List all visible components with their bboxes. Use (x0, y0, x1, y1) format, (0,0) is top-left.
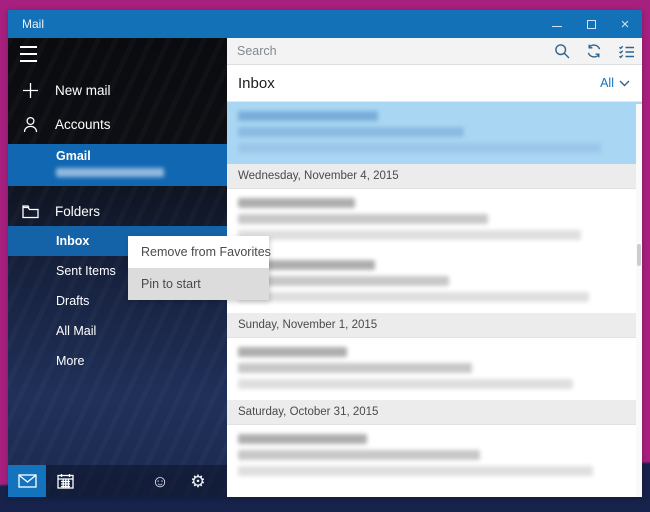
checklist-icon (618, 45, 634, 58)
menu-item-pin-to-start[interactable]: Pin to start (128, 268, 269, 300)
feedback-button[interactable]: ☺ (141, 465, 179, 497)
bottom-bar-spacer (84, 465, 141, 497)
menu-item-remove-from-favorites[interactable]: Remove from Favorites (128, 236, 271, 268)
new-mail-label: New mail (55, 82, 111, 98)
sync-button[interactable] (578, 38, 610, 65)
person-icon (22, 116, 39, 133)
mail-nav-button[interactable] (8, 465, 46, 497)
sidebar-item-more[interactable]: More (8, 346, 227, 376)
blurred-text-line (238, 276, 449, 286)
message-list-pane: Inbox All Wednesday, November 4, 2015 Sun… (227, 38, 642, 497)
hamburger-menu-button[interactable] (20, 46, 42, 62)
list-header: Inbox All (227, 65, 642, 102)
envelope-icon (17, 474, 37, 488)
sidebar-bottom-bar: ☺ ⚙ (8, 465, 227, 497)
email-list: Wednesday, November 4, 2015 Sunday, Novem… (227, 102, 642, 497)
new-mail-button[interactable]: New mail (8, 74, 227, 106)
smiley-icon: ☺ (151, 471, 169, 491)
email-list-item[interactable] (227, 189, 642, 251)
date-separator: Wednesday, November 4, 2015 (227, 164, 642, 189)
close-icon: × (620, 15, 630, 33)
filter-label: All (600, 76, 614, 90)
plus-icon (22, 82, 39, 99)
search-icon (555, 44, 570, 59)
scrollbar-thumb[interactable] (637, 244, 641, 266)
blurred-text-line (238, 363, 472, 373)
email-list-item-selected[interactable] (227, 102, 642, 164)
email-list-item[interactable] (227, 425, 642, 487)
chevron-down-icon (619, 80, 630, 86)
sidebar-item-all-mail[interactable]: All Mail (8, 316, 227, 346)
blurred-text-line (238, 230, 582, 240)
account-name: Gmail (56, 149, 91, 163)
email-list-item[interactable] (227, 338, 642, 400)
titlebar: Mail × (8, 10, 642, 38)
blurred-text-line (238, 292, 589, 302)
search-button[interactable] (546, 38, 578, 65)
folder-icon (22, 203, 39, 220)
context-menu: Remove from Favorites Pin to start (128, 236, 271, 300)
scrollbar[interactable] (636, 104, 642, 497)
blurred-text-line (238, 450, 480, 460)
sync-icon (587, 44, 601, 58)
date-separator: Saturday, October 31, 2015 (227, 400, 642, 425)
blurred-account-email (56, 168, 164, 177)
blurred-text-line (238, 347, 348, 357)
maximize-button[interactable] (574, 10, 608, 38)
filter-dropdown[interactable]: All (600, 76, 642, 90)
hamburger-icon (20, 46, 37, 48)
blurred-text-line (238, 379, 574, 389)
blurred-text-line (238, 143, 601, 153)
window-title: Mail (22, 17, 45, 31)
blurred-text-line (238, 466, 593, 476)
minimize-button[interactable] (540, 10, 574, 38)
folders-label: Folders (55, 203, 101, 219)
search-input[interactable] (227, 44, 546, 58)
calendar-nav-button[interactable] (46, 465, 84, 497)
blurred-text-line (238, 111, 379, 121)
blurred-text-line (238, 198, 355, 208)
date-separator: Sunday, November 1, 2015 (227, 313, 642, 338)
blurred-text-line (238, 214, 488, 224)
filter-button[interactable] (610, 38, 642, 65)
blurred-text-line (238, 127, 465, 137)
close-button[interactable]: × (608, 10, 642, 38)
gear-icon: ⚙ (190, 471, 206, 491)
blurred-text-line (238, 434, 367, 444)
search-bar (227, 38, 642, 65)
mail-app-window: Mail × New mail Accounts Gmail Folders I… (8, 10, 642, 497)
calendar-icon (56, 474, 74, 489)
minimize-icon (552, 25, 562, 27)
accounts-label: Accounts (55, 116, 111, 132)
accounts-button[interactable]: Accounts (8, 106, 227, 142)
settings-button[interactable]: ⚙ (179, 465, 217, 497)
sidebar-account-gmail[interactable]: Gmail (8, 144, 227, 186)
maximize-icon (586, 19, 596, 29)
folders-header[interactable]: Folders (8, 196, 227, 226)
email-list-item[interactable] (227, 251, 642, 313)
page-title: Inbox (238, 74, 275, 92)
